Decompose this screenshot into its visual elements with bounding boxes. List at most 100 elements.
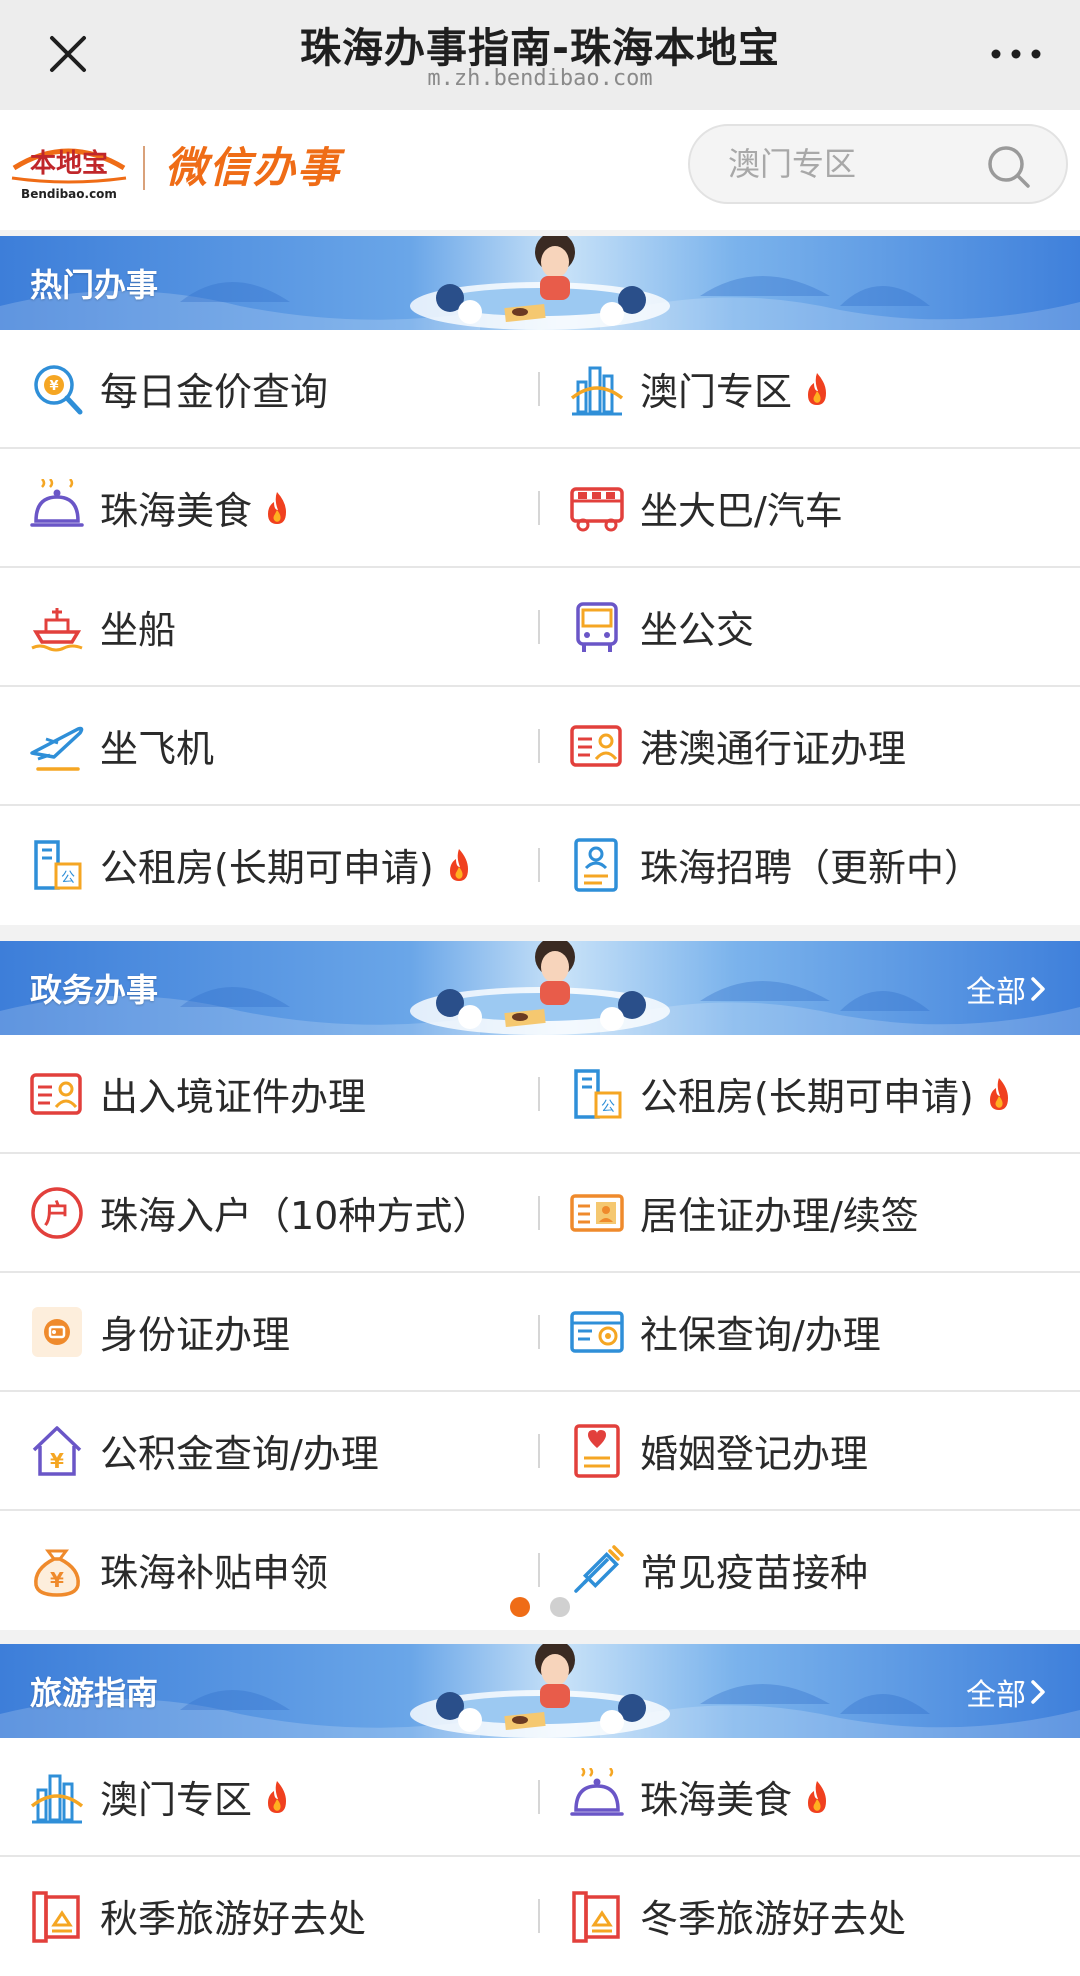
service-item[interactable]: 珠海招聘（更新中） (540, 806, 1080, 923)
id-card-icon (30, 1072, 82, 1115)
pager-dots (0, 1597, 1080, 1617)
service-label: 澳门专区 (640, 370, 793, 414)
money-bag-icon: ¥ (34, 1549, 80, 1597)
service-item[interactable]: 户 珠海入户（10种方式） (0, 1154, 540, 1271)
service-label: 珠海美食 (640, 1778, 793, 1822)
service-row: ¥ 公积金查询/办理 婚姻登记办理 (0, 1392, 1080, 1511)
service-label: 公租房(长期可申请) (640, 1075, 974, 1119)
service-label: 珠海美食 (100, 489, 253, 533)
service-label: 澳门专区 (100, 1778, 253, 1822)
search-icon[interactable] (986, 144, 1032, 190)
identity-card-icon (32, 1306, 82, 1357)
vaccine-icon (574, 1544, 624, 1593)
service-row: 秋季旅游好去处 冬季旅游好去处 (0, 1857, 1080, 1976)
service-label: 坐大巴/汽车 (640, 489, 843, 533)
see-all-link[interactable]: 全部 (966, 1670, 1046, 1714)
macau-building-icon (570, 366, 624, 415)
svg-text:户: 户 (44, 1199, 70, 1230)
svg-text:¥: ¥ (50, 1568, 64, 1592)
service-item[interactable]: 公 公租房(长期可申请) (0, 806, 540, 923)
banner-illustration (0, 1644, 1080, 1738)
service-label: 珠海入户（10种方式） (100, 1194, 491, 1238)
service-item[interactable]: ¥ 每日金价查询 (0, 330, 540, 447)
pager-dot[interactable] (550, 1597, 570, 1617)
service-label: 常见疫苗接种 (640, 1551, 869, 1595)
bendibao-logo[interactable]: 本地宝 Bendibao.com (8, 140, 130, 204)
section-1: 热门办事 ¥ 每日金价查询 澳门专区 珠海美食 坐大巴/汽车 坐船 坐公交 坐飞… (0, 236, 1080, 925)
service-row: 坐飞机 港澳通行证办理 (0, 687, 1080, 806)
hot-fire-icon (989, 1077, 1008, 1110)
pass-card-icon (570, 724, 622, 767)
pager-dot[interactable] (510, 1597, 530, 1617)
svg-text:公: 公 (601, 1099, 615, 1115)
svg-text:本地宝: 本地宝 (30, 148, 108, 179)
bus-icon (570, 486, 624, 531)
service-item[interactable]: 社保查询/办理 (540, 1273, 1080, 1390)
service-item[interactable]: 澳门专区 (0, 1738, 540, 1855)
svg-text:公: 公 (61, 870, 75, 886)
service-row: 澳门专区 珠海美食 (0, 1738, 1080, 1857)
service-label: 冬季旅游好去处 (640, 1897, 907, 1941)
service-item[interactable]: 婚姻登记办理 (540, 1392, 1080, 1509)
search-input[interactable] (728, 138, 988, 190)
service-grid: ¥ 每日金价查询 澳门专区 珠海美食 坐大巴/汽车 坐船 坐公交 坐飞机 港澳通… (0, 330, 1080, 925)
service-row: 珠海美食 坐大巴/汽车 (0, 449, 1080, 568)
page-title: 珠海办事指南-珠海本地宝 (299, 24, 780, 72)
hot-fire-icon (268, 1780, 287, 1813)
service-item[interactable]: 坐公交 (540, 568, 1080, 685)
service-label: 每日金价查询 (100, 370, 329, 414)
service-label: 社保查询/办理 (640, 1313, 881, 1357)
social-security-icon (570, 1310, 624, 1353)
more-options-icon[interactable] (988, 34, 1044, 74)
search-box[interactable] (688, 124, 1068, 204)
service-row: 身份证办理 社保查询/办理 (0, 1273, 1080, 1392)
service-item[interactable]: ¥ 公积金查询/办理 (0, 1392, 540, 1509)
service-item[interactable]: 公 公租房(长期可申请) (540, 1035, 1080, 1152)
service-row: 坐船 坐公交 (0, 568, 1080, 687)
logo-divider (143, 146, 145, 190)
service-item[interactable]: 珠海美食 (540, 1738, 1080, 1855)
service-label: 港澳通行证办理 (640, 727, 907, 771)
service-label: 秋季旅游好去处 (100, 1897, 367, 1941)
section-2: 政务办事 全部 出入境证件办理 公 公租房(长期可申请) 户 珠海入户（10种方式… (0, 941, 1080, 1630)
section-3: 旅游指南 全部 澳门专区 珠海美食 秋季旅游好去处 冬季旅游好去处 (0, 1644, 1080, 1976)
see-all-label: 全部 (966, 1678, 1026, 1713)
public-housing-icon: 公 (574, 1068, 622, 1119)
service-label: 坐公交 (640, 608, 755, 652)
service-label: 出入境证件办理 (100, 1075, 367, 1119)
city-bus-icon (576, 601, 618, 652)
service-label: 坐船 (100, 608, 177, 652)
section-banner: 政务办事 全部 (0, 941, 1080, 1035)
travel-scroll-icon (32, 1890, 80, 1943)
travel-scroll-icon (572, 1890, 620, 1943)
ship-icon (31, 607, 83, 651)
section-title: 政务办事 (30, 971, 159, 1009)
service-item[interactable]: 澳门专区 (540, 330, 1080, 447)
service-item[interactable]: 居住证办理/续签 (540, 1154, 1080, 1271)
chevron-right-icon (1031, 1680, 1045, 1704)
service-item[interactable]: 出入境证件办理 (0, 1035, 540, 1152)
public-housing-icon: 公 (34, 839, 82, 890)
food-cloche-icon (30, 478, 84, 527)
service-item[interactable]: 冬季旅游好去处 (540, 1857, 1080, 1974)
airplane-icon (30, 726, 84, 771)
marriage-icon (574, 1423, 620, 1478)
service-label: 公租房(长期可申请) (100, 846, 434, 890)
service-item[interactable]: 坐飞机 (0, 687, 540, 804)
service-row: 公 公租房(长期可申请) 珠海招聘（更新中） (0, 806, 1080, 925)
service-item[interactable]: 珠海美食 (0, 449, 540, 566)
hot-fire-icon (808, 372, 827, 405)
svg-text:¥: ¥ (49, 379, 58, 394)
banner-illustration (0, 236, 1080, 330)
service-label: 公积金查询/办理 (100, 1432, 379, 1476)
section-title: 旅游指南 (30, 1674, 159, 1712)
see-all-link[interactable]: 全部 (966, 967, 1046, 1011)
service-label: 珠海招聘（更新中） (640, 846, 983, 890)
service-item[interactable]: 身份证办理 (0, 1273, 540, 1390)
hot-fire-icon (449, 848, 468, 881)
service-row: 户 珠海入户（10种方式） 居住证办理/续签 (0, 1154, 1080, 1273)
service-item[interactable]: 港澳通行证办理 (540, 687, 1080, 804)
service-item[interactable]: 坐大巴/汽车 (540, 449, 1080, 566)
service-item[interactable]: 坐船 (0, 568, 540, 685)
service-item[interactable]: 秋季旅游好去处 (0, 1857, 540, 1974)
